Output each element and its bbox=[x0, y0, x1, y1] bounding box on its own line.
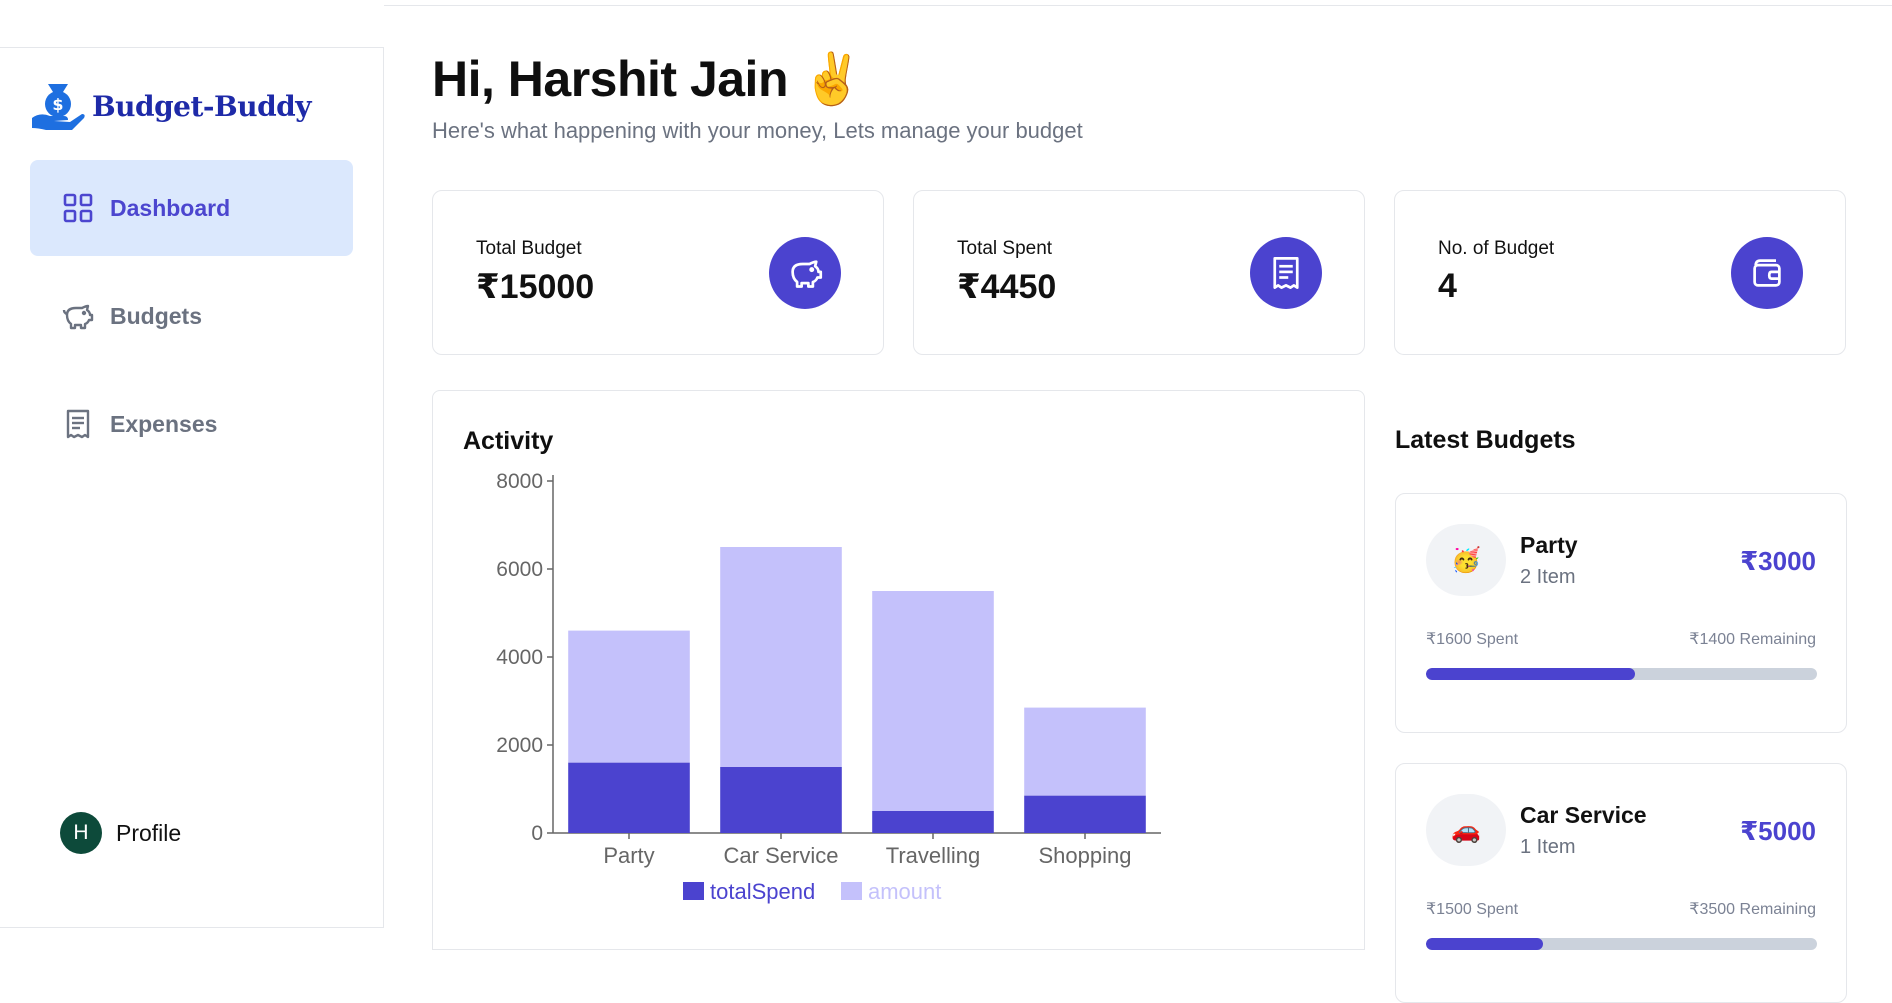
stat-label: Total Spent bbox=[957, 238, 1053, 259]
stat-card-total-spent: Total Spent ₹4450 bbox=[913, 190, 1365, 355]
legend-swatch bbox=[841, 882, 862, 900]
top-divider bbox=[384, 5, 1892, 6]
legend-swatch bbox=[683, 882, 704, 900]
stat-value: ₹4450 bbox=[957, 268, 1057, 306]
stat-icon-badge bbox=[1731, 237, 1803, 309]
budget-remaining: ₹3500 Remaining bbox=[1689, 901, 1816, 918]
money-bag-hand-icon: $ bbox=[32, 84, 85, 130]
stat-icon-badge bbox=[769, 237, 841, 309]
bar-amount bbox=[568, 630, 690, 763]
stat-label: Total Budget bbox=[476, 238, 582, 259]
bar-totalSpend bbox=[1024, 795, 1146, 833]
stat-card-total-budget: Total Budget ₹15000 bbox=[432, 190, 884, 355]
x-tick-label: Car Service bbox=[724, 843, 839, 868]
stat-icon-badge bbox=[1250, 237, 1322, 309]
budget-emoji: 🥳 bbox=[1426, 524, 1506, 596]
svg-text:$: $ bbox=[52, 95, 63, 114]
activity-card: Activity 0 2000 4000 6000 8000 Party Car Servi… bbox=[432, 390, 1365, 950]
bar-totalSpend bbox=[720, 767, 842, 833]
budget-progress-bar bbox=[1426, 938, 1817, 950]
piggy-bank-icon bbox=[62, 304, 94, 330]
bar-totalSpend bbox=[872, 811, 994, 833]
budget-progress-bar bbox=[1426, 668, 1817, 680]
page-subtitle: Here's what happening with your money, L… bbox=[432, 118, 1083, 143]
sidebar-item-dashboard[interactable]: Dashboard bbox=[30, 160, 353, 256]
x-tick-label: Party bbox=[603, 843, 654, 868]
y-tick-label: 4000 bbox=[496, 646, 543, 669]
bar-amount bbox=[720, 547, 842, 767]
receipt-icon bbox=[66, 409, 90, 439]
piggy-bank-icon bbox=[791, 260, 823, 288]
brand-name: Budget-Buddy bbox=[92, 89, 312, 123]
budget-name: Car Service bbox=[1520, 802, 1647, 828]
sidebar-item-label: Dashboard bbox=[110, 194, 231, 221]
budget-item-count: 2 Item bbox=[1520, 566, 1576, 588]
profile-label: Profile bbox=[116, 819, 182, 846]
budget-emoji: 🚗 bbox=[1426, 794, 1506, 866]
sidebar: $ Budget-Buddy Dashboard Budgets Expense… bbox=[0, 47, 384, 928]
grid-icon bbox=[63, 193, 93, 223]
latest-budgets-title: Latest Budgets bbox=[1395, 426, 1576, 454]
stat-value: ₹15000 bbox=[476, 268, 595, 306]
budget-spent: ₹1500 Spent bbox=[1426, 901, 1519, 918]
y-tick-label: 0 bbox=[531, 822, 543, 845]
profile-button[interactable]: H Profile bbox=[60, 812, 181, 854]
receipt-icon bbox=[1273, 257, 1299, 289]
stat-card-budget-count: No. of Budget 4 bbox=[1394, 190, 1846, 355]
budget-amount: ₹5000 bbox=[1740, 816, 1816, 846]
budget-name: Party bbox=[1520, 532, 1578, 558]
x-tick-label: Travelling bbox=[886, 843, 981, 868]
y-tick-label: 8000 bbox=[496, 470, 543, 493]
budget-card-party[interactable]: 🥳 Party 2 Item ₹3000 ₹1600 Spent ₹1400 R… bbox=[1395, 493, 1847, 733]
budget-card-car-service[interactable]: 🚗 Car Service 1 Item ₹5000 ₹1500 Spent ₹… bbox=[1395, 763, 1847, 1003]
budget-progress-fill bbox=[1426, 668, 1635, 680]
brand-logo[interactable]: $ Budget-Buddy bbox=[30, 78, 312, 134]
y-tick-label: 2000 bbox=[496, 734, 543, 757]
wallet-icon bbox=[1753, 259, 1781, 287]
activity-bar-chart: 0 2000 4000 6000 8000 Party Car Service Travell… bbox=[496, 470, 1161, 904]
sidebar-item-budgets[interactable]: Budgets bbox=[30, 268, 353, 364]
budget-progress-fill bbox=[1426, 938, 1544, 950]
legend-label: amount bbox=[868, 879, 941, 904]
budget-remaining: ₹1400 Remaining bbox=[1689, 631, 1816, 648]
sidebar-item-label: Expenses bbox=[110, 410, 218, 437]
bar-totalSpend bbox=[568, 762, 690, 833]
stat-value: 4 bbox=[1438, 267, 1457, 305]
bar-amount bbox=[1024, 707, 1146, 796]
stat-label: No. of Budget bbox=[1438, 238, 1555, 259]
budget-item-count: 1 Item bbox=[1520, 836, 1576, 858]
avatar: H bbox=[60, 812, 102, 854]
y-tick-label: 6000 bbox=[496, 558, 543, 581]
sidebar-item-label: Budgets bbox=[110, 302, 202, 329]
legend-label: totalSpend bbox=[710, 879, 815, 904]
x-tick-label: Shopping bbox=[1039, 843, 1132, 868]
sidebar-item-expenses[interactable]: Expenses bbox=[30, 376, 353, 472]
budget-spent: ₹1600 Spent bbox=[1426, 631, 1519, 648]
budget-amount: ₹3000 bbox=[1740, 546, 1816, 576]
bar-amount bbox=[872, 591, 994, 811]
page-title: Hi, Harshit Jain ✌️ bbox=[432, 51, 864, 107]
